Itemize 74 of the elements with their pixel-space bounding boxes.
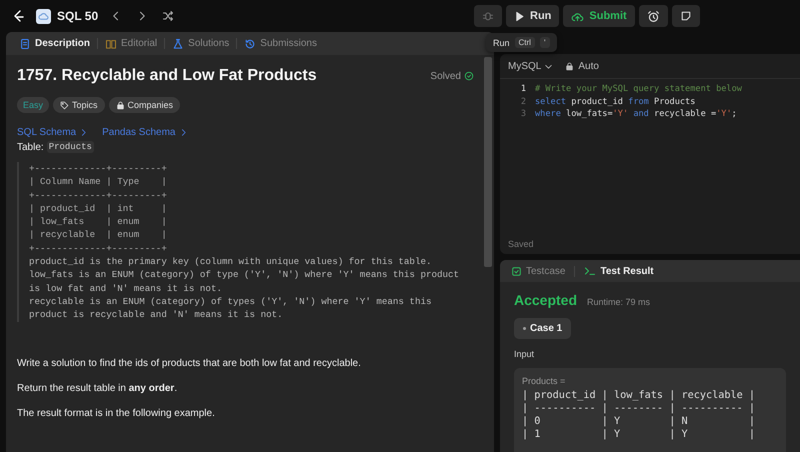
problem-list-button[interactable]: SQL 50 <box>36 8 98 24</box>
checkbox-icon <box>511 266 522 276</box>
schema-line: | Column Name | Type | <box>29 175 168 189</box>
bug-icon <box>482 10 494 22</box>
document-icon <box>19 38 31 50</box>
submit-button[interactable]: Submit <box>563 5 635 27</box>
line-number: 2 <box>520 96 527 107</box>
tag-button[interactable]: Topics <box>53 97 105 113</box>
input-label: Input <box>514 349 536 359</box>
solved-status: Solved <box>430 70 474 82</box>
tooltip-label: Run <box>493 38 510 48</box>
panel-tab[interactable]: Solutions <box>167 34 234 54</box>
save-status: Saved <box>508 239 534 249</box>
flask-icon <box>172 38 184 50</box>
cloud-icon <box>38 10 49 22</box>
case-tab[interactable]: Case 1 <box>514 318 572 339</box>
mode-label: Auto <box>578 60 599 72</box>
lock-icon <box>565 62 574 70</box>
run-button[interactable]: Run <box>506 5 560 27</box>
table-row-text: | product_id | low_fats | recyclable | <box>522 389 756 402</box>
code-line: where low_fats='Y' and recyclable ='Y'; <box>535 109 737 120</box>
lock-icon <box>116 100 125 110</box>
line-number: 1 <box>520 84 527 94</box>
shortcut-key: Ctrl <box>514 37 535 48</box>
runtime-text: Runtime: 79 ms <box>587 297 650 307</box>
table-label: Table: <box>17 142 44 152</box>
difficulty-label: Easy <box>17 97 50 113</box>
line-number: 3 <box>520 109 527 120</box>
table-row-text: | 0 | Y | N | <box>522 415 756 428</box>
verdict-text: Accepted <box>514 292 578 308</box>
result-tab[interactable]: Testcase <box>506 261 570 281</box>
history-icon <box>244 38 256 50</box>
schema-link[interactable]: SQL Schema <box>17 127 88 138</box>
schema-link[interactable]: Pandas Schema <box>102 127 188 138</box>
result-tab[interactable]: Test Result <box>579 261 659 281</box>
description-text: Write a solution to find the ids of products that are both low fat and recyclable. <box>17 358 362 369</box>
table-row-text: | ---------- | -------- | ---------- | <box>522 402 756 415</box>
alarm-clock-button[interactable] <box>638 5 668 27</box>
schema-line: | recyclable | enum | <box>29 228 168 242</box>
schema-line: +-------------+---------+ <box>29 162 168 176</box>
shuffle-icon <box>162 10 174 22</box>
scrollbar[interactable] <box>484 57 492 267</box>
variable-label: Products = <box>522 376 566 386</box>
code-line: # Write your MySQL query statement below <box>535 84 742 94</box>
note-icon <box>680 10 692 22</box>
play-icon <box>514 10 525 22</box>
table-row-text: | 1 | Y | Y | <box>522 428 756 441</box>
check-circle-icon <box>464 71 474 81</box>
schema-line: | product_id | int | <box>29 202 168 216</box>
schema-line: +-------------+---------+ <box>29 188 168 202</box>
schema-note: recyclable is an ENUM (category) of types ('Y', 'N') where 'Y' means this product is recyclable and 'N' means it is not. <box>29 294 432 322</box>
book-icon <box>105 38 118 50</box>
problem-title: 1757. Recyclable and Low Fat Products <box>17 67 317 85</box>
panel-tab[interactable]: Editorial <box>100 34 162 54</box>
tag-icon <box>60 100 70 110</box>
code-editor[interactable]: MySQL Auto 1 # Write your MySQL query statement below 2 select product_id from Products 3 where low_fats='Y' and recyclable ='Y'; Saved <box>500 54 800 254</box>
description-text: The result format is in the following example. <box>17 408 216 419</box>
schema-note: product_id is the primary key (column with unique values) for this table. <box>29 255 432 268</box>
shortcut-key: ' <box>540 37 550 48</box>
terminal-icon <box>584 265 596 277</box>
description-text: Return the result table in any order. <box>17 382 178 394</box>
table-name: Products <box>46 141 94 153</box>
code-line: select product_id from Products <box>535 96 696 107</box>
schema-note: low_fats is an ENUM (category) of type ('Y', 'N') where 'Y' means this product is low fat and 'N' means it is not. <box>29 268 460 295</box>
language-dropdown[interactable]: MySQL <box>508 60 554 72</box>
panel-tab[interactable]: Description <box>14 34 96 54</box>
schema-line: +-------------+---------+ <box>29 242 168 256</box>
tag-button[interactable]: Companies <box>108 97 180 113</box>
note-button[interactable] <box>672 5 700 27</box>
alarm-clock-icon <box>646 10 660 22</box>
schema-line: | low_fats | enum | <box>29 215 168 228</box>
chevron-right-icon <box>79 128 88 137</box>
debug-button[interactable] <box>474 5 502 27</box>
panel-tab[interactable]: Submissions <box>239 34 322 54</box>
